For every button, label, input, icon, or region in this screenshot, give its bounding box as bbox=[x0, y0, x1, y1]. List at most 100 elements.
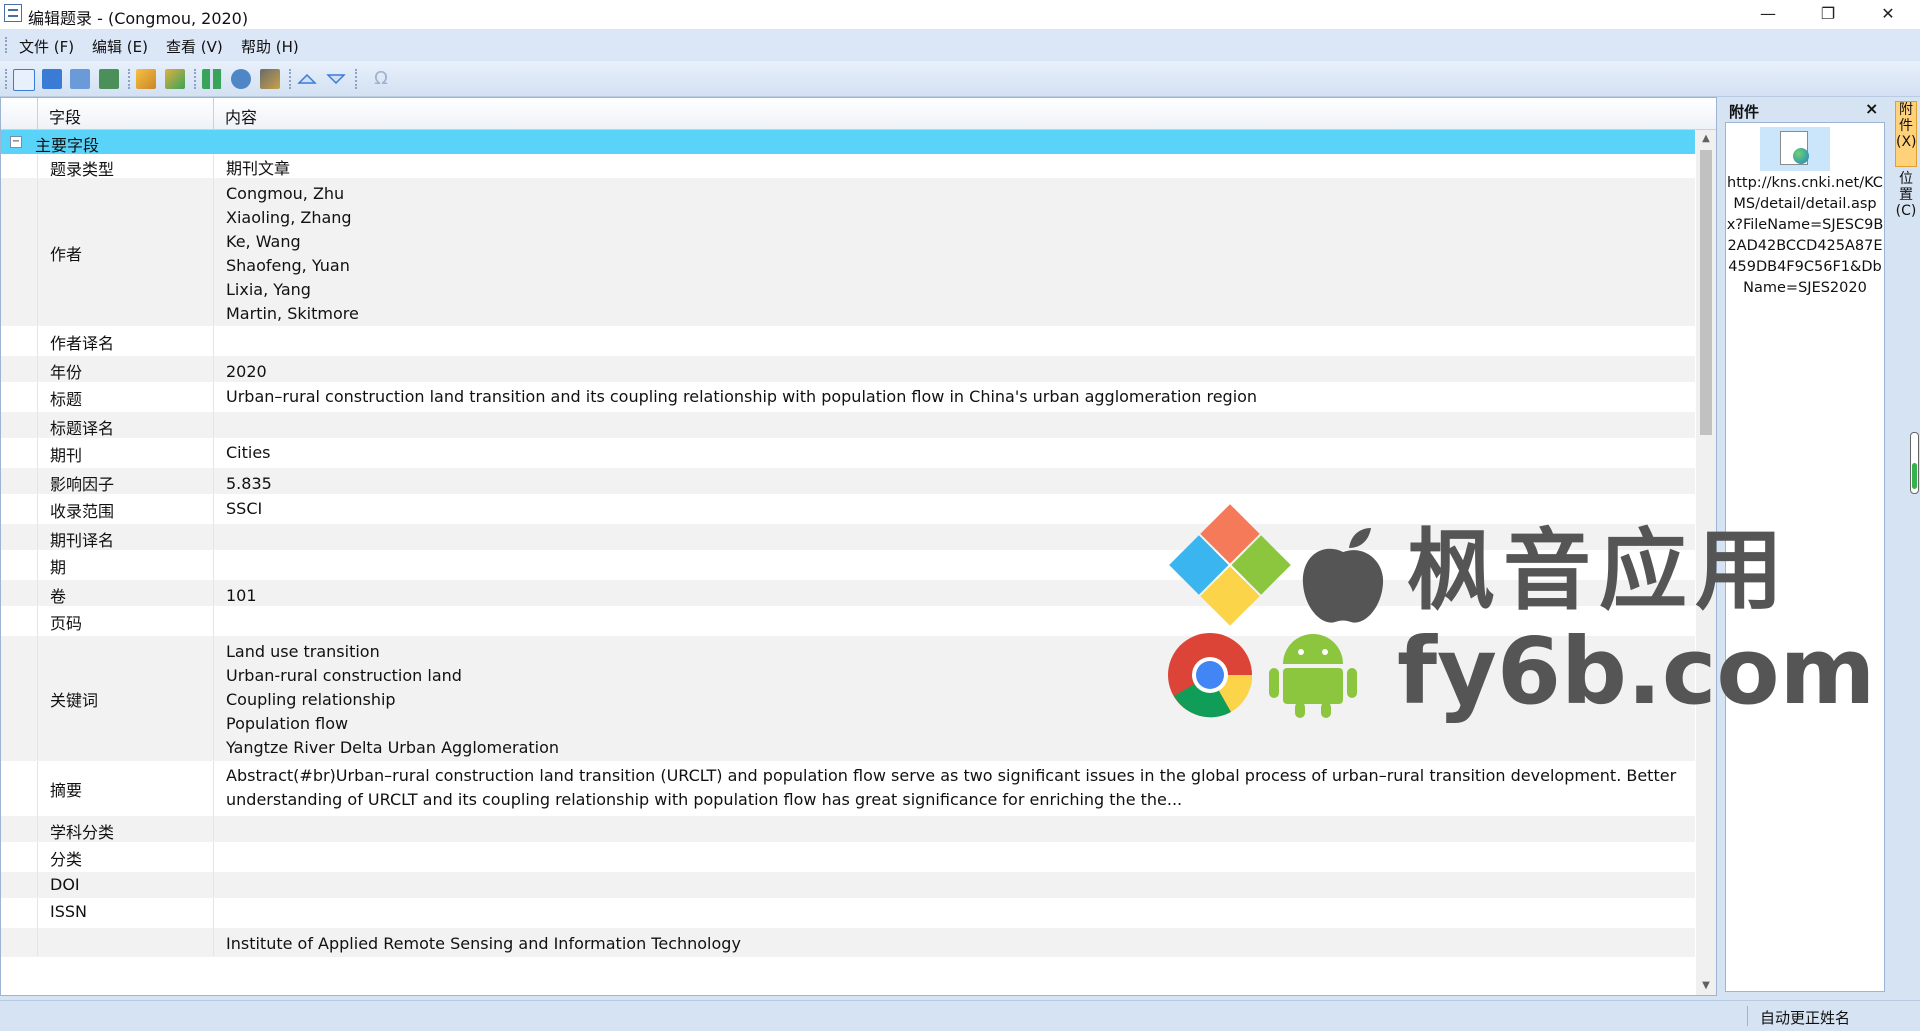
title-bar: 编辑题录 - (Congmou, 2020) — ❐ ✕ bbox=[0, 0, 1920, 30]
field-value[interactable]: 101 bbox=[226, 584, 257, 608]
row-divider bbox=[213, 929, 214, 956]
field-value[interactable]: Urban–rural construction land transition… bbox=[226, 385, 1257, 409]
attachment-panel: 附件 × http://kns.cnki.net/KCMS/detail/det… bbox=[1721, 97, 1892, 996]
field-row[interactable]: 学科分类 bbox=[1, 817, 1695, 842]
row-gutter bbox=[37, 494, 38, 524]
field-value[interactable]: SSCI bbox=[226, 497, 262, 521]
field-value[interactable]: Congmou, Zhu Xiaoling, Zhang Ke, Wang Sh… bbox=[226, 182, 359, 326]
field-row[interactable]: 期刊译名 bbox=[1, 525, 1695, 550]
field-name: 收录范围 bbox=[50, 502, 115, 521]
row-gutter bbox=[37, 438, 38, 468]
grid-icon[interactable] bbox=[202, 69, 222, 89]
row-gutter bbox=[37, 929, 38, 956]
attachment-item[interactable] bbox=[1760, 127, 1830, 171]
field-row[interactable]: 作者译名 bbox=[1, 326, 1695, 357]
collapse-toggle-icon[interactable]: − bbox=[10, 136, 22, 148]
row-gutter bbox=[37, 761, 38, 816]
arrow-up-icon[interactable] bbox=[297, 69, 317, 89]
menu-file[interactable]: 文件 (F) bbox=[19, 36, 74, 57]
app-icon bbox=[4, 4, 22, 22]
header-divider bbox=[213, 98, 214, 129]
side-tabs: 附件(X) 位置(C) bbox=[1894, 97, 1919, 996]
attachment-panel-close-icon[interactable]: × bbox=[1865, 99, 1878, 118]
field-value[interactable]: 5.835 bbox=[226, 472, 272, 496]
field-row[interactable]: 题录类型 期刊文章 bbox=[1, 154, 1695, 179]
export-icon[interactable] bbox=[99, 69, 119, 89]
field-row[interactable]: 卷 101 bbox=[1, 581, 1695, 606]
field-value[interactable]: 期刊文章 bbox=[226, 157, 290, 181]
header-divider bbox=[37, 98, 38, 129]
close-button[interactable]: ✕ bbox=[1860, 0, 1916, 29]
field-row[interactable]: 影响因子 5.835 bbox=[1, 469, 1695, 494]
field-name: 期刊 bbox=[50, 446, 83, 465]
field-row[interactable]: Institute of Applied Remote Sensing and … bbox=[1, 929, 1695, 957]
new-doc-icon[interactable] bbox=[13, 69, 35, 91]
field-name: 关键词 bbox=[50, 691, 99, 710]
scroll-thumb[interactable] bbox=[1700, 150, 1712, 435]
omega-icon[interactable]: Ω bbox=[371, 69, 391, 89]
field-row[interactable]: 收录范围 SSCI bbox=[1, 494, 1695, 525]
save-all-icon[interactable] bbox=[70, 69, 90, 89]
field-row[interactable]: 标题译名 bbox=[1, 413, 1695, 438]
side-tab-location[interactable]: 位置(C) bbox=[1895, 171, 1917, 237]
row-divider bbox=[213, 898, 214, 928]
field-value[interactable]: Land use transition Urban-rural construc… bbox=[226, 640, 559, 760]
minimize-button[interactable]: — bbox=[1740, 0, 1796, 29]
field-name: 作者译名 bbox=[50, 334, 115, 353]
field-row[interactable]: 作者 Congmou, Zhu Xiaoling, Zhang Ke, Wang … bbox=[1, 179, 1695, 326]
vertical-scrollbar[interactable]: ▲ ▼ bbox=[1696, 130, 1716, 995]
field-name: 期 bbox=[50, 558, 67, 577]
menu-view[interactable]: 查看 (V) bbox=[166, 36, 223, 57]
field-row[interactable]: 摘要 Abstract(#br)Urban–rural construction … bbox=[1, 761, 1695, 817]
arrow-down-icon[interactable] bbox=[326, 69, 346, 89]
row-divider bbox=[213, 179, 214, 325]
column-header-field[interactable]: 字段 bbox=[49, 104, 81, 128]
field-row[interactable]: DOI bbox=[1, 873, 1695, 898]
field-value[interactable]: Institute of Applied Remote Sensing and … bbox=[226, 932, 741, 956]
field-name: 标题 bbox=[50, 390, 83, 409]
field-row[interactable]: 年份 2020 bbox=[1, 357, 1695, 382]
restore-button[interactable]: ❐ bbox=[1800, 0, 1856, 29]
window-title: 编辑题录 - (Congmou, 2020) bbox=[28, 9, 249, 28]
row-divider bbox=[213, 326, 214, 356]
attachment-url[interactable]: http://kns.cnki.net/KCMS/detail/detail.a… bbox=[1726, 173, 1884, 299]
side-scroll-indicator[interactable] bbox=[1910, 432, 1919, 494]
scroll-down-icon[interactable]: ▼ bbox=[1696, 977, 1716, 995]
field-row[interactable]: 分类 bbox=[1, 842, 1695, 873]
field-name: ISSN bbox=[50, 902, 87, 921]
chart-icon[interactable] bbox=[165, 69, 185, 89]
row-gutter bbox=[37, 898, 38, 928]
row-divider bbox=[213, 438, 214, 468]
row-gutter bbox=[37, 413, 38, 437]
field-row[interactable]: 关键词 Land use transition Urban-rural const… bbox=[1, 637, 1695, 761]
save-icon[interactable] bbox=[42, 69, 62, 89]
field-row[interactable]: 页码 bbox=[1, 606, 1695, 637]
column-header-content[interactable]: 内容 bbox=[225, 104, 257, 128]
field-name: 页码 bbox=[50, 614, 83, 633]
grid-header: 字段 内容 bbox=[1, 98, 1716, 130]
row-divider bbox=[213, 469, 214, 493]
toolbar-separator bbox=[128, 69, 132, 89]
menu-help[interactable]: 帮助 (H) bbox=[241, 36, 299, 57]
field-value[interactable]: 2020 bbox=[226, 360, 267, 384]
scroll-up-icon[interactable]: ▲ bbox=[1696, 130, 1716, 148]
field-value[interactable]: Abstract(#br)Urban–rural construction la… bbox=[226, 764, 1676, 812]
import-icon[interactable] bbox=[260, 69, 280, 89]
menu-edit[interactable]: 编辑 (E) bbox=[92, 36, 148, 57]
field-row[interactable]: ISSN bbox=[1, 898, 1695, 929]
field-name: 摘要 bbox=[50, 781, 83, 800]
row-divider bbox=[213, 873, 214, 897]
group-row-main-fields[interactable]: − 主要字段 bbox=[1, 130, 1695, 155]
menu-grip bbox=[5, 37, 9, 53]
field-row[interactable]: 标题 Urban–rural construction land transiti… bbox=[1, 382, 1695, 413]
field-row[interactable]: 期刊 Cities bbox=[1, 438, 1695, 469]
row-gutter bbox=[37, 357, 38, 381]
side-tab-attachments[interactable]: 附件(X) bbox=[1895, 101, 1917, 167]
status-auto-correct-name[interactable]: 自动更正姓名 bbox=[1760, 1007, 1850, 1028]
field-value[interactable]: Cities bbox=[226, 441, 271, 465]
pin-icon[interactable] bbox=[231, 69, 251, 89]
brush-icon[interactable] bbox=[136, 69, 156, 89]
globe-icon bbox=[1793, 148, 1809, 164]
status-bar: 自动更正姓名 bbox=[0, 1000, 1920, 1031]
field-row[interactable]: 期 bbox=[1, 550, 1695, 581]
